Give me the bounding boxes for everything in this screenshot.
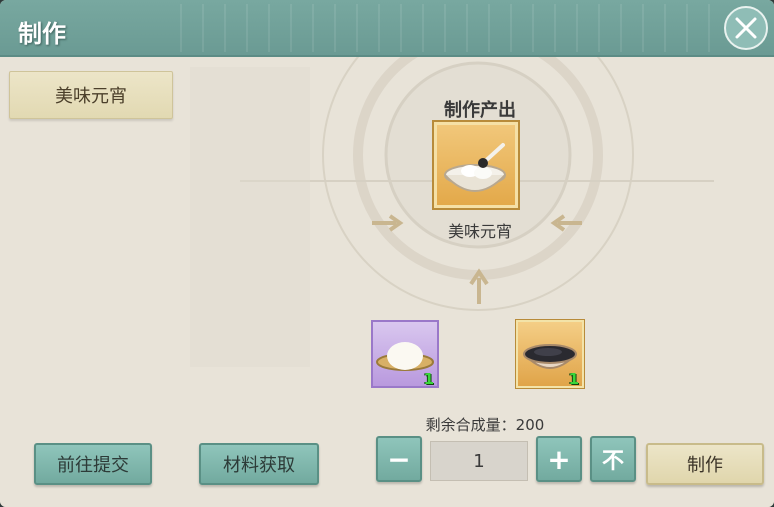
- recipe-item-label: 美味元宵: [55, 86, 127, 107]
- decrease-button[interactable]: −: [376, 436, 422, 482]
- left-arrow-icon: [372, 214, 404, 232]
- sweet-dumpling-bowl-icon: [444, 143, 506, 192]
- increase-button[interactable]: +: [536, 436, 582, 482]
- make-button-label: 制作: [687, 455, 723, 476]
- close-button[interactable]: [724, 6, 768, 50]
- max-quantity-button[interactable]: 不: [590, 436, 636, 482]
- material-slot-2[interactable]: 1: [516, 320, 584, 388]
- get-materials-label: 材料获取: [223, 455, 295, 476]
- minus-icon: −: [387, 442, 411, 476]
- quantity-value: 1: [473, 450, 485, 472]
- title-bar: 制作: [0, 0, 774, 57]
- crafting-window: 制作 美味元宵 制作产出 美味元宵 1 1 剩余合成量：200 前往提交 材料获…: [0, 0, 774, 507]
- plus-icon: +: [547, 442, 571, 476]
- go-submit-button[interactable]: 前往提交: [34, 443, 152, 485]
- material-slot-1[interactable]: 1: [371, 320, 439, 388]
- max-icon: 不: [601, 449, 624, 474]
- remaining-count-label: 剩余合成量：200: [425, 416, 545, 434]
- output-item-name: 美味元宵: [447, 222, 512, 241]
- output-item-slot[interactable]: [434, 122, 518, 208]
- quantity-input[interactable]: 1: [430, 441, 528, 481]
- recipe-item[interactable]: 美味元宵: [9, 71, 173, 119]
- window-title: 制作: [18, 20, 66, 48]
- material-quantity: 1: [568, 370, 579, 388]
- up-arrow-icon: [469, 268, 489, 304]
- recipe-list: 美味元宵: [0, 57, 190, 507]
- close-icon: [735, 17, 757, 39]
- material-quantity: 1: [423, 370, 434, 388]
- right-arrow-icon: [550, 214, 582, 232]
- title-bar-pattern: [160, 4, 720, 52]
- output-section-label: 制作产出: [444, 100, 516, 121]
- go-submit-label: 前往提交: [57, 455, 129, 476]
- get-materials-button[interactable]: 材料获取: [199, 443, 319, 485]
- make-button[interactable]: 制作: [646, 443, 764, 485]
